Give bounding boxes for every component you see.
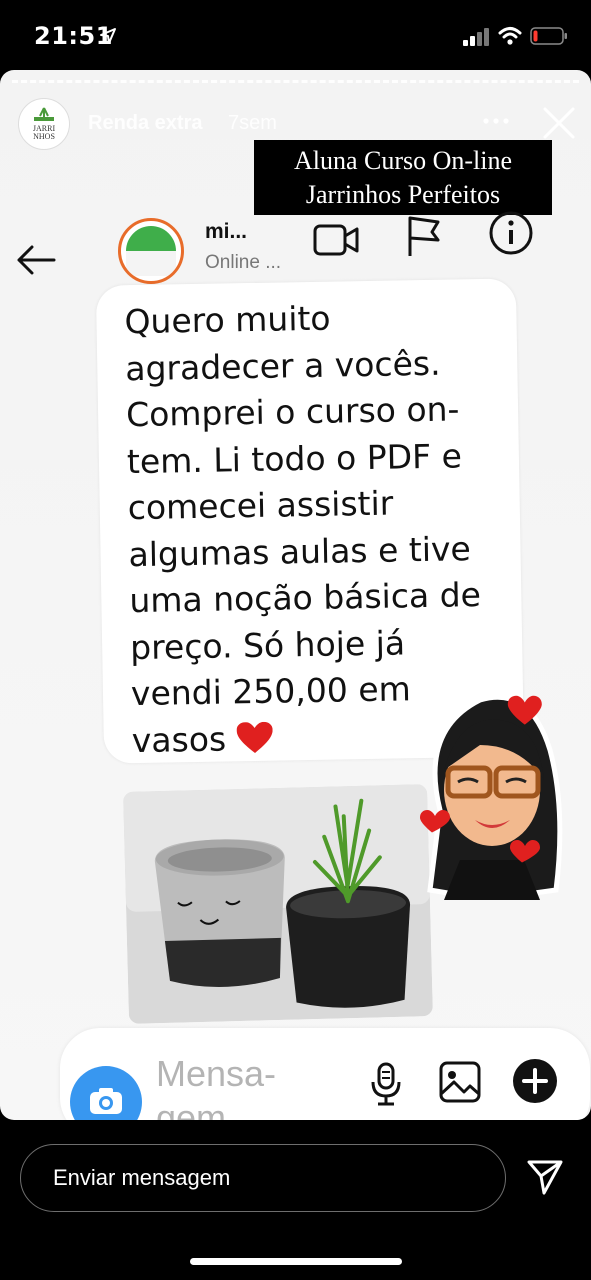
back-arrow-icon bbox=[17, 245, 56, 275]
contact-status: Online ... bbox=[205, 252, 282, 273]
close-icon[interactable] bbox=[542, 106, 576, 140]
story-time-ago: 7sem bbox=[228, 112, 277, 134]
battery-icon bbox=[530, 27, 567, 45]
heart-emoji-icon bbox=[236, 721, 273, 753]
story-avatar[interactable]: JARRI NHOS bbox=[18, 98, 70, 150]
status-bar: 21:51 bbox=[0, 0, 591, 70]
camera-icon bbox=[90, 1088, 122, 1114]
location-arrow-icon bbox=[100, 28, 116, 44]
story-progress-bar bbox=[12, 80, 579, 83]
reply-input[interactable]: Enviar mensagem bbox=[20, 1144, 506, 1212]
composer-placeholder: Mensa-gem bbox=[156, 1053, 277, 1120]
caption-line-1: Aluna Curso On-line bbox=[293, 146, 513, 175]
more-horizontal-icon[interactable] bbox=[482, 116, 510, 126]
camera-button bbox=[70, 1066, 142, 1120]
svg-text:NHOS: NHOS bbox=[33, 132, 55, 141]
send-icon[interactable] bbox=[526, 1158, 564, 1196]
plus-icon bbox=[513, 1059, 557, 1103]
flag-icon bbox=[408, 216, 440, 256]
home-indicator bbox=[190, 1258, 402, 1265]
video-camera-icon bbox=[313, 224, 359, 256]
gallery-icon bbox=[439, 1061, 481, 1103]
jarrinhos-logo-icon: JARRI NHOS bbox=[33, 107, 55, 141]
caption-line-2: Jarrinhos Perfeitos bbox=[305, 180, 501, 209]
microphone-icon bbox=[371, 1062, 401, 1106]
cellular-signal-icon bbox=[463, 28, 489, 46]
reply-placeholder: Enviar mensagem bbox=[53, 1165, 231, 1190]
wifi-icon bbox=[498, 27, 522, 45]
chat-composer: Mensa-gem bbox=[60, 1028, 590, 1120]
story-card[interactable]: JARRI NHOS Renda extra 7sem Aluna Curso … bbox=[0, 70, 591, 1120]
contact-name: mi... bbox=[205, 220, 248, 243]
story-username[interactable]: Renda extra bbox=[88, 112, 203, 135]
contact-avatar bbox=[118, 218, 184, 284]
plant-pots-photo bbox=[123, 784, 433, 1024]
memoji-sticker bbox=[420, 694, 563, 900]
info-icon bbox=[489, 211, 533, 255]
story-caption: Aluna Curso On-line Jarrinhos Perfeitos bbox=[254, 140, 552, 215]
